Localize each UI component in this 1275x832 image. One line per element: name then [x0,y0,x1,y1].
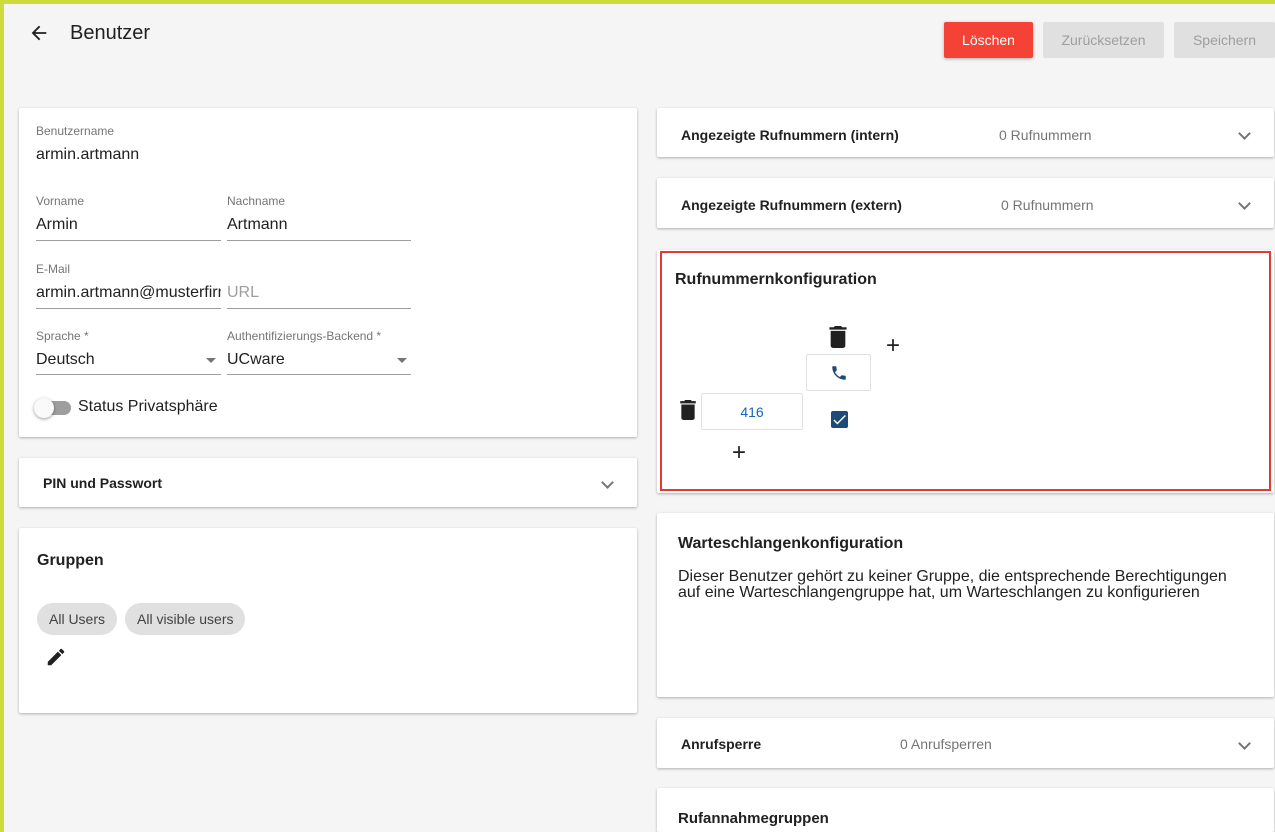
auth-backend-label: Authentifizierungs-Backend * [227,329,382,343]
groups-card: Gruppen All Users All visible users [19,528,637,713]
auth-backend-underline [227,374,411,375]
auth-backend-dropdown-icon[interactable] [397,358,407,363]
chevron-down-icon[interactable] [601,476,614,489]
firstname-label: Vorname [36,194,85,208]
highlight-box [660,251,1271,491]
url-input[interactable]: URL [227,284,411,302]
pin-password-title: PIN und Passwort [43,475,163,491]
edit-pencil-icon[interactable] [45,646,67,673]
number-config-card: Rufnummernkonfiguration + 416 + [657,250,1274,493]
group-chip[interactable]: All visible users [125,603,246,635]
chevron-down-icon[interactable] [1238,737,1251,750]
pickup-groups-title: Rufannahmegruppen [678,810,829,827]
external-numbers-count: 0 Rufnummern [1001,197,1094,213]
pickup-groups-card: Rufannahmegruppen [657,788,1274,832]
external-numbers-title: Angezeigte Rufnummern (extern) [681,197,902,213]
queue-config-text-line2: auf eine Warteschlangengruppe hat, um Wa… [678,584,1200,601]
email-underline [36,308,221,309]
lastname-label: Nachname [227,194,286,208]
chevron-down-icon[interactable] [1238,127,1251,140]
url-underline [227,308,411,309]
queue-config-title: Warteschlangenkonfiguration [678,535,904,552]
internal-numbers-panel[interactable]: Angezeigte Rufnummern (intern) 0 Rufnumm… [657,108,1274,157]
email-label: E-Mail [36,262,71,276]
back-arrow-icon[interactable] [28,22,50,44]
auth-backend-select[interactable]: UCware [227,351,387,369]
call-block-panel[interactable]: Anrufsperre 0 Anrufsperren [657,718,1274,768]
language-underline [36,374,221,375]
lastname-input[interactable]: Artmann [227,216,411,234]
external-numbers-panel[interactable]: Angezeigte Rufnummern (extern) 0 Rufnumm… [657,178,1274,228]
privacy-toggle-knob[interactable] [34,398,54,418]
group-chip[interactable]: All Users [37,603,118,635]
delete-button[interactable]: Löschen [944,22,1033,58]
chevron-down-icon[interactable] [1238,197,1251,210]
user-details-card: Benutzername armin.artmann Vorname Armin… [19,108,637,437]
firstname-input[interactable]: Armin [36,216,221,234]
firstname-underline [36,240,221,241]
queue-config-text-line1: Dieser Benutzer gehört zu keiner Gruppe,… [678,568,1227,585]
page-title: Benutzer [70,22,151,44]
email-input[interactable]: armin.artmann@musterfirma.de [36,284,221,302]
language-select[interactable]: Deutsch [36,351,206,369]
top-bar: Benutzer Löschen Zurücksetzen Speichern [0,0,1275,70]
queue-config-card: Warteschlangenkonfiguration Dieser Benut… [657,513,1274,697]
pin-password-panel[interactable]: PIN und Passwort [19,458,637,507]
internal-numbers-count: 0 Rufnummern [999,127,1092,143]
internal-numbers-title: Angezeigte Rufnummern (intern) [681,127,899,143]
privacy-label: Status Privatsphäre [78,398,218,415]
call-block-count: 0 Anrufsperren [900,736,992,752]
language-label: Sprache * [36,329,89,343]
language-dropdown-icon[interactable] [206,358,216,363]
save-button[interactable]: Speichern [1174,22,1275,58]
call-block-title: Anrufsperre [681,736,762,752]
reset-button[interactable]: Zurücksetzen [1043,22,1164,58]
username-value: armin.artmann [36,146,140,163]
username-label: Benutzername [36,124,115,138]
lastname-underline [227,240,411,241]
groups-title: Gruppen [37,552,104,569]
